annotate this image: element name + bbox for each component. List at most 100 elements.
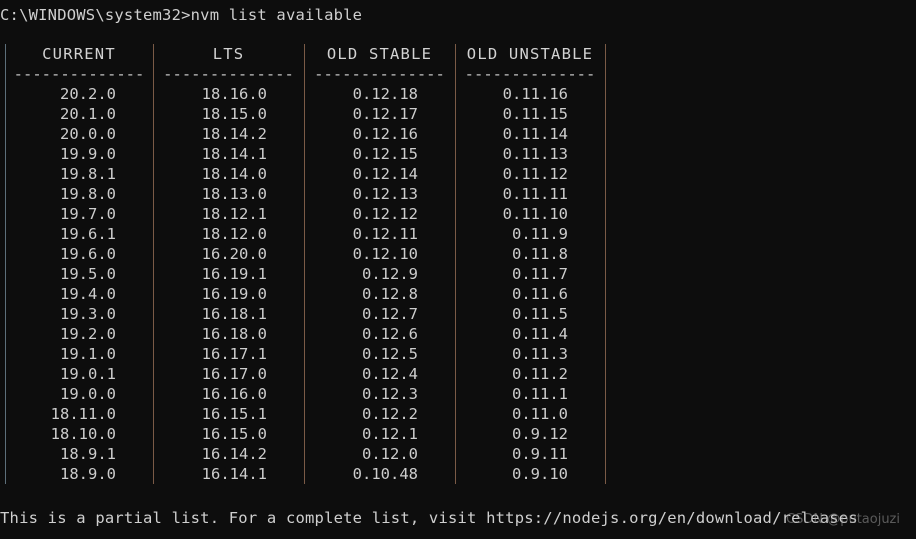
- table-row: 18.9.0 16.14.1 0.10.48 0.9.10: [0, 464, 610, 484]
- version-cell: 18.11.0: [50, 405, 116, 423]
- column-header: OLD UNSTABLE: [466, 45, 594, 63]
- version-cell: 18.10.0: [50, 425, 116, 443]
- version-cell: 16.16.0: [201, 385, 267, 403]
- table-row: 20.0.0 18.14.2 0.12.16 0.11.14: [0, 124, 610, 144]
- version-cell: 0.12.9: [362, 265, 418, 283]
- version-cell: 18.9.1: [60, 445, 116, 463]
- version-cell: 0.11.6: [512, 285, 568, 303]
- version-cell: 0.12.17: [352, 105, 418, 123]
- version-cell: 0.11.0: [512, 405, 568, 423]
- version-cell: 16.19.0: [201, 285, 267, 303]
- version-cell: 19.6.0: [60, 245, 116, 263]
- version-cell: 0.11.5: [512, 305, 568, 323]
- table-row: 18.11.0 16.15.1 0.12.2 0.11.0: [0, 404, 610, 424]
- version-cell: 0.9.10: [512, 465, 568, 483]
- version-cell: 16.15.0: [201, 425, 267, 443]
- version-cell: 0.12.3: [362, 385, 418, 403]
- version-cell: 18.14.2: [201, 125, 267, 143]
- version-cell: 0.11.9: [512, 225, 568, 243]
- version-cell: 0.12.6: [362, 325, 418, 343]
- version-cell: 0.12.10: [352, 245, 418, 263]
- version-cell: 0.11.10: [502, 205, 568, 223]
- column-separator: --------------: [464, 65, 596, 83]
- version-cell: 20.0.0: [60, 125, 116, 143]
- version-cell: 18.15.0: [201, 105, 267, 123]
- table-row: 19.4.0 16.19.0 0.12.8 0.11.6: [0, 284, 610, 304]
- version-cell: 0.12.18: [352, 85, 418, 103]
- command-prompt-line: C:\WINDOWS\system32>nvm list available: [0, 6, 363, 24]
- column-header: OLD STABLE: [326, 45, 433, 63]
- version-cell: 16.20.0: [201, 245, 267, 263]
- version-cell: 0.11.8: [512, 245, 568, 263]
- version-cell: 0.11.7: [512, 265, 568, 283]
- table-row: 19.3.0 16.18.1 0.12.7 0.11.5: [0, 304, 610, 324]
- version-cell: 18.13.0: [201, 185, 267, 203]
- table-separator-row: -------------- -------------- ------------…: [0, 64, 610, 84]
- column-separator: --------------: [314, 65, 445, 83]
- version-cell: 20.1.0: [60, 105, 116, 123]
- version-cell: 19.8.0: [60, 185, 116, 203]
- version-cell: 19.6.1: [60, 225, 116, 243]
- version-cell: 16.17.0: [201, 365, 267, 383]
- table-row: 19.1.0 16.17.1 0.12.5 0.11.3: [0, 344, 610, 364]
- table-row: 19.0.1 16.17.0 0.12.4 0.11.2: [0, 364, 610, 384]
- table-row: 19.0.0 16.16.0 0.12.3 0.11.1: [0, 384, 610, 404]
- version-cell: 19.0.1: [60, 365, 116, 383]
- version-cell: 0.12.15: [352, 145, 418, 163]
- table-row: 18.10.0 16.15.0 0.12.1 0.9.12: [0, 424, 610, 444]
- version-cell: 16.14.1: [201, 465, 267, 483]
- column-header: LTS: [212, 45, 245, 63]
- version-cell: 16.17.1: [201, 345, 267, 363]
- partial-list-note: This is a partial list. For a complete l…: [0, 509, 858, 527]
- version-cell: 0.11.3: [512, 345, 568, 363]
- version-cell: 0.11.15: [502, 105, 568, 123]
- table-row: 18.9.1 16.14.2 0.12.0 0.9.11: [0, 444, 610, 464]
- version-cell: 19.5.0: [60, 265, 116, 283]
- version-cell: 0.11.12: [502, 165, 568, 183]
- version-cell: 16.19.1: [201, 265, 267, 283]
- version-cell: 18.14.0: [201, 165, 267, 183]
- version-cell: 0.12.8: [362, 285, 418, 303]
- version-cell: 0.12.14: [352, 165, 418, 183]
- version-cell: 0.9.12: [512, 425, 568, 443]
- table-row: 19.6.1 18.12.0 0.12.11 0.11.9: [0, 224, 610, 244]
- version-cell: 0.11.11: [502, 185, 568, 203]
- version-cell: 19.8.1: [60, 165, 116, 183]
- version-cell: 0.11.1: [512, 385, 568, 403]
- version-cell: 0.11.16: [502, 85, 568, 103]
- version-cell: 19.3.0: [60, 305, 116, 323]
- column-separator: --------------: [163, 65, 294, 83]
- version-cell: 19.0.0: [60, 385, 116, 403]
- table-right-border: [605, 44, 606, 484]
- column-header: CURRENT: [42, 45, 116, 63]
- version-cell: 18.12.0: [201, 225, 267, 243]
- version-cell: 0.11.4: [512, 325, 568, 343]
- version-cell: 0.12.16: [352, 125, 418, 143]
- version-cell: 16.15.1: [201, 405, 267, 423]
- version-cell: 18.12.1: [201, 205, 267, 223]
- version-cell: 0.12.7: [362, 305, 418, 323]
- version-cell: 18.16.0: [201, 85, 267, 103]
- table-header-row: CURRENT LTS OLD STABLE OLD UNSTABLE: [0, 44, 610, 64]
- table-row: 19.6.0 16.20.0 0.12.10 0.11.8: [0, 244, 610, 264]
- version-cell: 18.14.1: [201, 145, 267, 163]
- version-cell: 16.18.0: [201, 325, 267, 343]
- table-row: 19.9.0 18.14.1 0.12.15 0.11.13: [0, 144, 610, 164]
- version-cell: 0.11.14: [502, 125, 568, 143]
- table-row: 19.2.0 16.18.0 0.12.6 0.11.4: [0, 324, 610, 344]
- version-cell: 19.7.0: [60, 205, 116, 223]
- version-cell: 20.2.0: [60, 85, 116, 103]
- version-cell: 0.12.4: [362, 365, 418, 383]
- version-cell: 19.1.0: [60, 345, 116, 363]
- version-cell: 0.12.2: [362, 405, 418, 423]
- table-row: 20.2.0 18.16.0 0.12.18 0.11.16: [0, 84, 610, 104]
- table-row: 19.5.0 16.19.1 0.12.9 0.11.7: [0, 264, 610, 284]
- version-cell: 19.4.0: [60, 285, 116, 303]
- version-cell: 16.14.2: [201, 445, 267, 463]
- version-cell: 0.12.1: [362, 425, 418, 443]
- column-separator: --------------: [13, 65, 145, 83]
- version-cell: 0.12.13: [352, 185, 418, 203]
- version-cell: 19.2.0: [60, 325, 116, 343]
- version-cell: 0.11.2: [512, 365, 568, 383]
- table-row: 19.7.0 18.12.1 0.12.12 0.11.10: [0, 204, 610, 224]
